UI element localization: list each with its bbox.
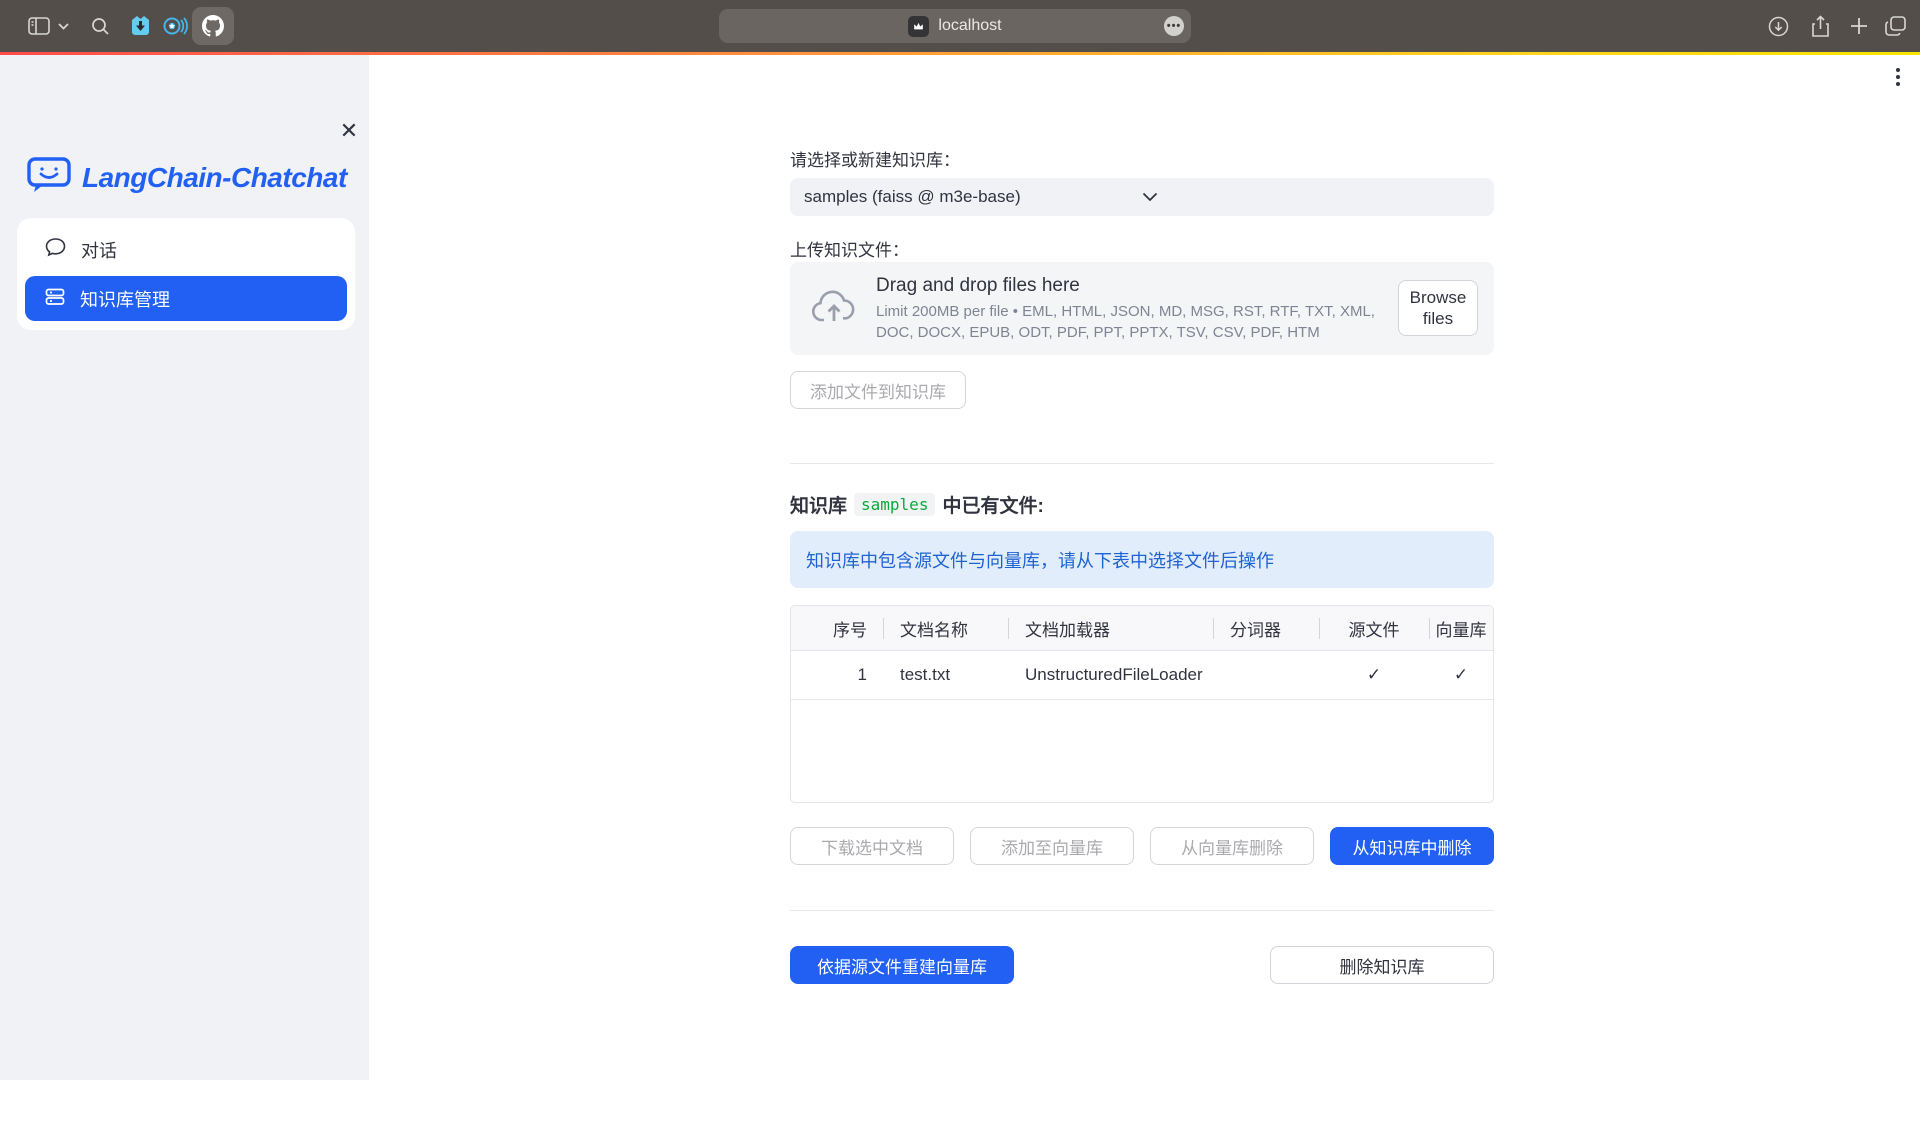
browser-toolbar: localhost ••• bbox=[0, 0, 1920, 52]
col-header-splitter: 分词器 bbox=[1213, 606, 1319, 650]
cell-splitter bbox=[1213, 651, 1319, 699]
add-to-vector-button[interactable]: 添加至向量库 bbox=[970, 827, 1134, 865]
chevron-down-icon bbox=[1142, 187, 1480, 207]
kb-selectbox-value: samples (faiss @ m3e-base) bbox=[804, 187, 1142, 207]
heading-prefix: 知识库 bbox=[790, 491, 847, 518]
remove-from-vector-button[interactable]: 从向量库删除 bbox=[1150, 827, 1314, 865]
share-icon[interactable] bbox=[1806, 0, 1834, 52]
heading-suffix: 中已有文件: bbox=[942, 491, 1043, 518]
site-favicon bbox=[908, 16, 929, 37]
rebuild-vector-button[interactable]: 依据源文件重建向量库 bbox=[790, 946, 1014, 984]
table-header-row: 序号 文档名称 文档加载器 分词器 源文件 向量库 bbox=[791, 606, 1493, 651]
col-header-docname: 文档名称 bbox=[883, 606, 1008, 650]
file-dropzone[interactable]: Drag and drop files here Limit 200MB per… bbox=[790, 262, 1494, 355]
file-actions-row: 下载选中文档 添加至向量库 从向量库删除 从知识库中删除 bbox=[790, 827, 1494, 865]
sidebar-nav: 对话 知识库管理 bbox=[17, 218, 355, 330]
github-icon[interactable] bbox=[192, 7, 234, 45]
table-row[interactable]: 1 test.txt UnstructuredFileLoader ✓ ✓ bbox=[791, 651, 1493, 700]
dropzone-title: Drag and drop files here bbox=[876, 275, 1401, 297]
dropzone-text: Drag and drop files here Limit 200MB per… bbox=[876, 275, 1401, 343]
extension-rings-icon[interactable] bbox=[161, 0, 189, 52]
sidebar-item-label: 知识库管理 bbox=[80, 286, 170, 312]
cell-vectorstore-check: ✓ bbox=[1429, 651, 1493, 699]
upload-label: 上传知识文件： bbox=[790, 236, 909, 261]
sidebar-item-label: 对话 bbox=[81, 237, 117, 263]
browse-files-button[interactable]: Browse files bbox=[1398, 280, 1478, 336]
cloud-upload-icon bbox=[812, 290, 856, 328]
kb-selectbox[interactable]: samples (faiss @ m3e-base) bbox=[790, 178, 1494, 216]
col-header-vectorstore: 向量库 bbox=[1429, 606, 1493, 650]
chevron-down-icon[interactable] bbox=[55, 0, 71, 52]
col-header-index: 序号 bbox=[791, 606, 883, 650]
download-selected-button[interactable]: 下载选中文档 bbox=[790, 827, 954, 865]
col-header-loader: 文档加载器 bbox=[1008, 606, 1213, 650]
search-icon[interactable] bbox=[88, 0, 112, 52]
divider bbox=[790, 910, 1494, 911]
stack-icon bbox=[45, 287, 65, 311]
tab-overview-icon[interactable] bbox=[1880, 0, 1910, 52]
files-table[interactable]: 序号 文档名称 文档加载器 分词器 源文件 向量库 1 test.txt Uns… bbox=[790, 605, 1494, 803]
dropzone-hint: Limit 200MB per file • EML, HTML, JSON, … bbox=[876, 301, 1401, 343]
cell-loader: UnstructuredFileLoader bbox=[1008, 651, 1213, 699]
info-banner: 知识库中包含源文件与向量库，请从下表中选择文件后操作 bbox=[790, 531, 1494, 588]
sidebar-item-knowledge-base[interactable]: 知识库管理 bbox=[25, 276, 347, 321]
cell-sourcefile-check: ✓ bbox=[1319, 651, 1429, 699]
logo-text: LangChain-Chatchat bbox=[82, 162, 347, 194]
divider bbox=[790, 463, 1494, 464]
extension-cat-icon[interactable] bbox=[127, 0, 153, 52]
delete-from-kb-button[interactable]: 从知识库中删除 bbox=[1330, 827, 1494, 865]
add-files-button[interactable]: 添加文件到知识库 bbox=[790, 371, 966, 409]
kb-name-code: samples bbox=[854, 493, 935, 516]
sidebar-toggle-icon[interactable] bbox=[24, 0, 54, 52]
kb-select-label: 请选择或新建知识库： bbox=[790, 146, 960, 171]
app-menu-icon[interactable] bbox=[1888, 64, 1908, 90]
reader-menu-icon[interactable]: ••• bbox=[1164, 16, 1184, 36]
sidebar: ✕ LangChain-Chatchat 对话 bbox=[0, 55, 369, 1080]
app-logo: LangChain-Chatchat bbox=[26, 155, 347, 200]
sidebar-close-icon[interactable]: ✕ bbox=[336, 118, 362, 144]
col-header-sourcefile: 源文件 bbox=[1319, 606, 1429, 650]
downloads-icon[interactable] bbox=[1764, 0, 1792, 52]
kb-files-heading: 知识库 samples 中已有文件: bbox=[790, 491, 1044, 518]
chat-icon bbox=[45, 237, 66, 262]
sidebar-bottom-strip bbox=[0, 1118, 369, 1135]
cell-docname: test.txt bbox=[883, 651, 1008, 699]
cell-index: 1 bbox=[791, 651, 883, 699]
chat-bubble-logo-icon bbox=[26, 155, 72, 200]
address-bar[interactable]: localhost ••• bbox=[719, 9, 1191, 43]
url-text: localhost bbox=[938, 17, 1001, 35]
delete-kb-button[interactable]: 删除知识库 bbox=[1270, 946, 1494, 984]
new-tab-icon[interactable] bbox=[1846, 0, 1872, 52]
sidebar-item-dialogue[interactable]: 对话 bbox=[25, 227, 347, 272]
